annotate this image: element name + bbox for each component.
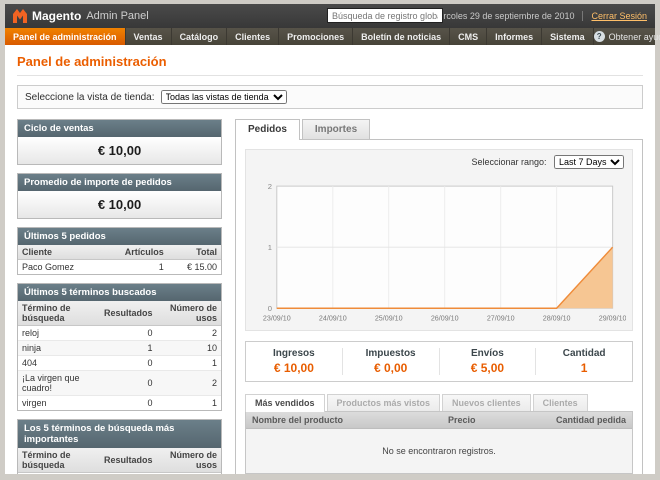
grids-tabs: Más vendidos Productos más vistos Nuevos… (245, 394, 633, 411)
page-title: Panel de administración (17, 54, 643, 76)
table-row: ninja110 (18, 473, 221, 475)
store-view-select[interactable]: Todas las vistas de tienda (161, 90, 287, 104)
stat-envios: Envíos € 5,00 (439, 348, 536, 375)
nav-item-dashboard[interactable]: Panel de administración (5, 28, 126, 45)
top-search-terms-title: Los 5 términos de búsqueda más important… (18, 420, 221, 448)
table-row: ¡La virgen que cuadro!02 (18, 371, 221, 396)
nav-item-clientes[interactable]: Clientes (227, 28, 279, 45)
order-items: 1 (102, 260, 168, 275)
svg-text:2: 2 (268, 182, 272, 191)
last-search-terms-card: Últimos 5 términos buscados Término de b… (17, 283, 222, 411)
store-view-bar: Seleccione la vista de tienda: Todas las… (17, 85, 643, 109)
dashboard-main: Pedidos Importes Seleccionar rango: Last… (235, 119, 643, 474)
global-search-input[interactable] (327, 8, 443, 23)
col-cliente: Cliente (18, 245, 102, 260)
col-price: Precio (442, 412, 532, 429)
nav-item-catalogo[interactable]: Catálogo (172, 28, 228, 45)
table-row: virgen01 (18, 396, 221, 411)
last-search-terms-title: Últimos 5 términos buscados (18, 284, 221, 301)
tab-productos-mas-vistos[interactable]: Productos más vistos (327, 394, 441, 411)
dashboard-sidebar: Ciclo de ventas € 10,00 Promedio de impo… (17, 119, 222, 474)
stat-impuestos: Impuestos € 0,00 (342, 348, 439, 375)
store-view-label: Seleccione la vista de tienda: (25, 92, 155, 103)
average-orders-value: € 10,00 (18, 191, 221, 218)
col-uses: Número de usos (156, 448, 221, 473)
magento-logo-icon (13, 9, 27, 23)
lifetime-sales-value: € 10,00 (18, 137, 221, 164)
col-results: Resultados (100, 448, 157, 473)
lifetime-sales-title: Ciclo de ventas (18, 120, 221, 137)
lifetime-sales-card: Ciclo de ventas € 10,00 (17, 119, 222, 165)
tab-clientes[interactable]: Clientes (533, 394, 588, 411)
average-orders-title: Promedio de importe de pedidos (18, 174, 221, 191)
brand-suffix: Admin Panel (86, 10, 148, 22)
empty-message: No se encontraron registros. (246, 429, 632, 474)
average-orders-card: Promedio de importe de pedidos € 10,00 (17, 173, 222, 219)
nav-item-ventas[interactable]: Ventas (126, 28, 172, 45)
svg-text:23/09/10: 23/09/10 (263, 315, 291, 323)
tab-nuevos-clientes[interactable]: Nuevos clientes (442, 394, 531, 411)
col-term: Término de búsqueda (18, 301, 100, 326)
stat-cantidad: Cantidad 1 (535, 348, 632, 375)
nav-item-sistema[interactable]: Sistema (542, 28, 594, 45)
main-nav: Panel de administración Ventas Catálogo … (5, 28, 655, 45)
table-row: Paco Gomez 1 € 15.00 (18, 260, 221, 275)
svg-text:25/09/10: 25/09/10 (375, 315, 403, 323)
chart-wrap: 0 1 2 23/09/10 24/09/10 25/09/10 26/09/10 27/09… (246, 174, 632, 330)
totals-row: Ingresos € 10,00 Impuestos € 0,00 Envíos… (245, 341, 633, 382)
range-select[interactable]: Last 7 Days (554, 155, 624, 169)
col-articulos: Artículos (102, 245, 168, 260)
nav-item-cms[interactable]: CMS (450, 28, 487, 45)
top-bar: Magento Admin Panel Accedió como aparo m… (5, 4, 655, 28)
col-qty-ordered: Cantidad pedida (532, 412, 632, 429)
col-results: Resultados (100, 301, 157, 326)
stat-ingresos: Ingresos € 10,00 (246, 348, 342, 375)
svg-text:28/09/10: 28/09/10 (543, 315, 571, 323)
col-uses: Número de usos (156, 301, 221, 326)
svg-text:29/09/10: 29/09/10 (599, 315, 626, 323)
range-label: Seleccionar rango: (471, 157, 546, 167)
tab-importes[interactable]: Importes (302, 119, 370, 139)
bestsellers-grid: Nombre del producto Precio Cantidad pedi… (245, 411, 633, 474)
col-product-name: Nombre del producto (246, 412, 442, 429)
table-row: reloj02 (18, 326, 221, 341)
svg-text:24/09/10: 24/09/10 (319, 315, 347, 323)
help-link[interactable]: ? Obtener ayuda para esta página (594, 28, 660, 45)
col-term: Término de búsqueda (18, 448, 100, 473)
svg-text:27/09/10: 27/09/10 (487, 315, 515, 323)
order-total: € 15.00 (168, 260, 221, 275)
nav-item-informes[interactable]: Informes (487, 28, 542, 45)
table-row: ninja110 (18, 341, 221, 356)
range-row: Seleccionar rango: Last 7 Days (246, 150, 632, 174)
nav-item-boletin[interactable]: Boletín de noticias (353, 28, 450, 45)
last-orders-title: Últimos 5 pedidos (18, 228, 221, 245)
top-search-terms-card: Los 5 términos de búsqueda más important… (17, 419, 222, 474)
col-total: Total (168, 245, 221, 260)
brand-name: Magento (32, 9, 81, 23)
order-customer: Paco Gomez (18, 260, 102, 275)
logout-link[interactable]: Cerrar Sesión (591, 11, 647, 21)
chart-tabs: Pedidos Importes (235, 119, 643, 139)
tab-mas-vendidos[interactable]: Más vendidos (245, 394, 325, 412)
chart-panel: Seleccionar rango: Last 7 Days 0 1 2 23/09/… (235, 139, 643, 474)
content-area: Panel de administración Seleccione la vi… (5, 45, 655, 474)
help-icon: ? (594, 31, 605, 42)
nav-item-promociones[interactable]: Promociones (279, 28, 353, 45)
svg-text:1: 1 (268, 243, 272, 252)
chart-block: Seleccionar rango: Last 7 Days 0 1 2 23/09/… (245, 149, 633, 331)
table-row: 40401 (18, 356, 221, 371)
page-frame: Magento Admin Panel Accedió como aparo m… (0, 0, 660, 480)
tab-pedidos[interactable]: Pedidos (235, 119, 300, 140)
orders-chart: 0 1 2 23/09/10 24/09/10 25/09/10 26/09/10 27/09… (252, 176, 626, 326)
help-label: Obtener ayuda para esta página (609, 32, 660, 42)
svg-text:0: 0 (268, 304, 272, 313)
last-orders-card: Últimos 5 pedidos Cliente Artículos Tota… (17, 227, 222, 275)
svg-text:26/09/10: 26/09/10 (431, 315, 459, 323)
current-date: miércoles 29 de septiembre de 2010 (429, 11, 584, 21)
